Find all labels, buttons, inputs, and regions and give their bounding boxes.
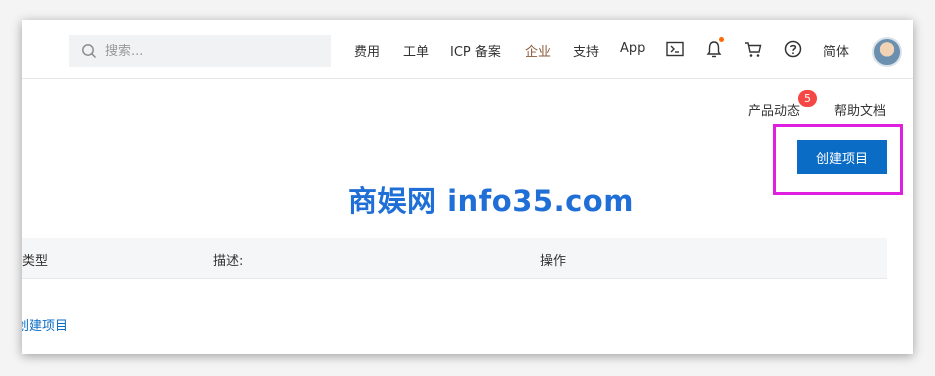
- help-docs-link[interactable]: 帮助文档: [834, 100, 886, 119]
- watermark-text: 商娱网 info35.com: [348, 184, 634, 218]
- notification-dot: [719, 37, 724, 42]
- column-header-actions: 操作: [540, 254, 567, 269]
- terminal-button[interactable]: [664, 38, 686, 60]
- column-header-description: 描述:: [213, 254, 244, 269]
- nav-support[interactable]: 支持: [573, 41, 599, 60]
- create-project-button[interactable]: 创建项目: [797, 140, 887, 174]
- nav-app[interactable]: App: [620, 41, 645, 56]
- cart-button[interactable]: [742, 38, 764, 60]
- top-navigation-bar: 费用 工单 ICP 备案 企业 支持 App: [22, 20, 913, 79]
- search-box[interactable]: [69, 35, 331, 67]
- table-header: 类型 描述: 操作: [22, 238, 887, 279]
- nav-tickets[interactable]: 工单: [403, 41, 429, 60]
- help-icon: [784, 40, 802, 58]
- search-icon: [82, 44, 96, 58]
- avatar[interactable]: [872, 37, 902, 67]
- cart-icon: [745, 41, 762, 57]
- product-news-link[interactable]: 产品动态: [748, 100, 800, 119]
- terminal-icon: [666, 41, 684, 57]
- notifications-button[interactable]: [703, 37, 725, 60]
- language-switch[interactable]: 简体: [823, 41, 849, 60]
- nav-enterprise[interactable]: 企业: [525, 41, 551, 60]
- product-news-badge: 5: [798, 90, 817, 107]
- column-header-type: 类型: [22, 254, 49, 269]
- nav-billing[interactable]: 费用: [354, 41, 380, 60]
- nav-icp-filing[interactable]: ICP 备案: [450, 41, 501, 60]
- create-project-link[interactable]: 创建项目: [22, 315, 68, 334]
- search-input[interactable]: [105, 43, 325, 59]
- screenshot-frame: 费用 工单 ICP 备案 企业 支持 App: [22, 20, 913, 354]
- bell-icon: [706, 41, 722, 58]
- help-button[interactable]: [782, 38, 804, 60]
